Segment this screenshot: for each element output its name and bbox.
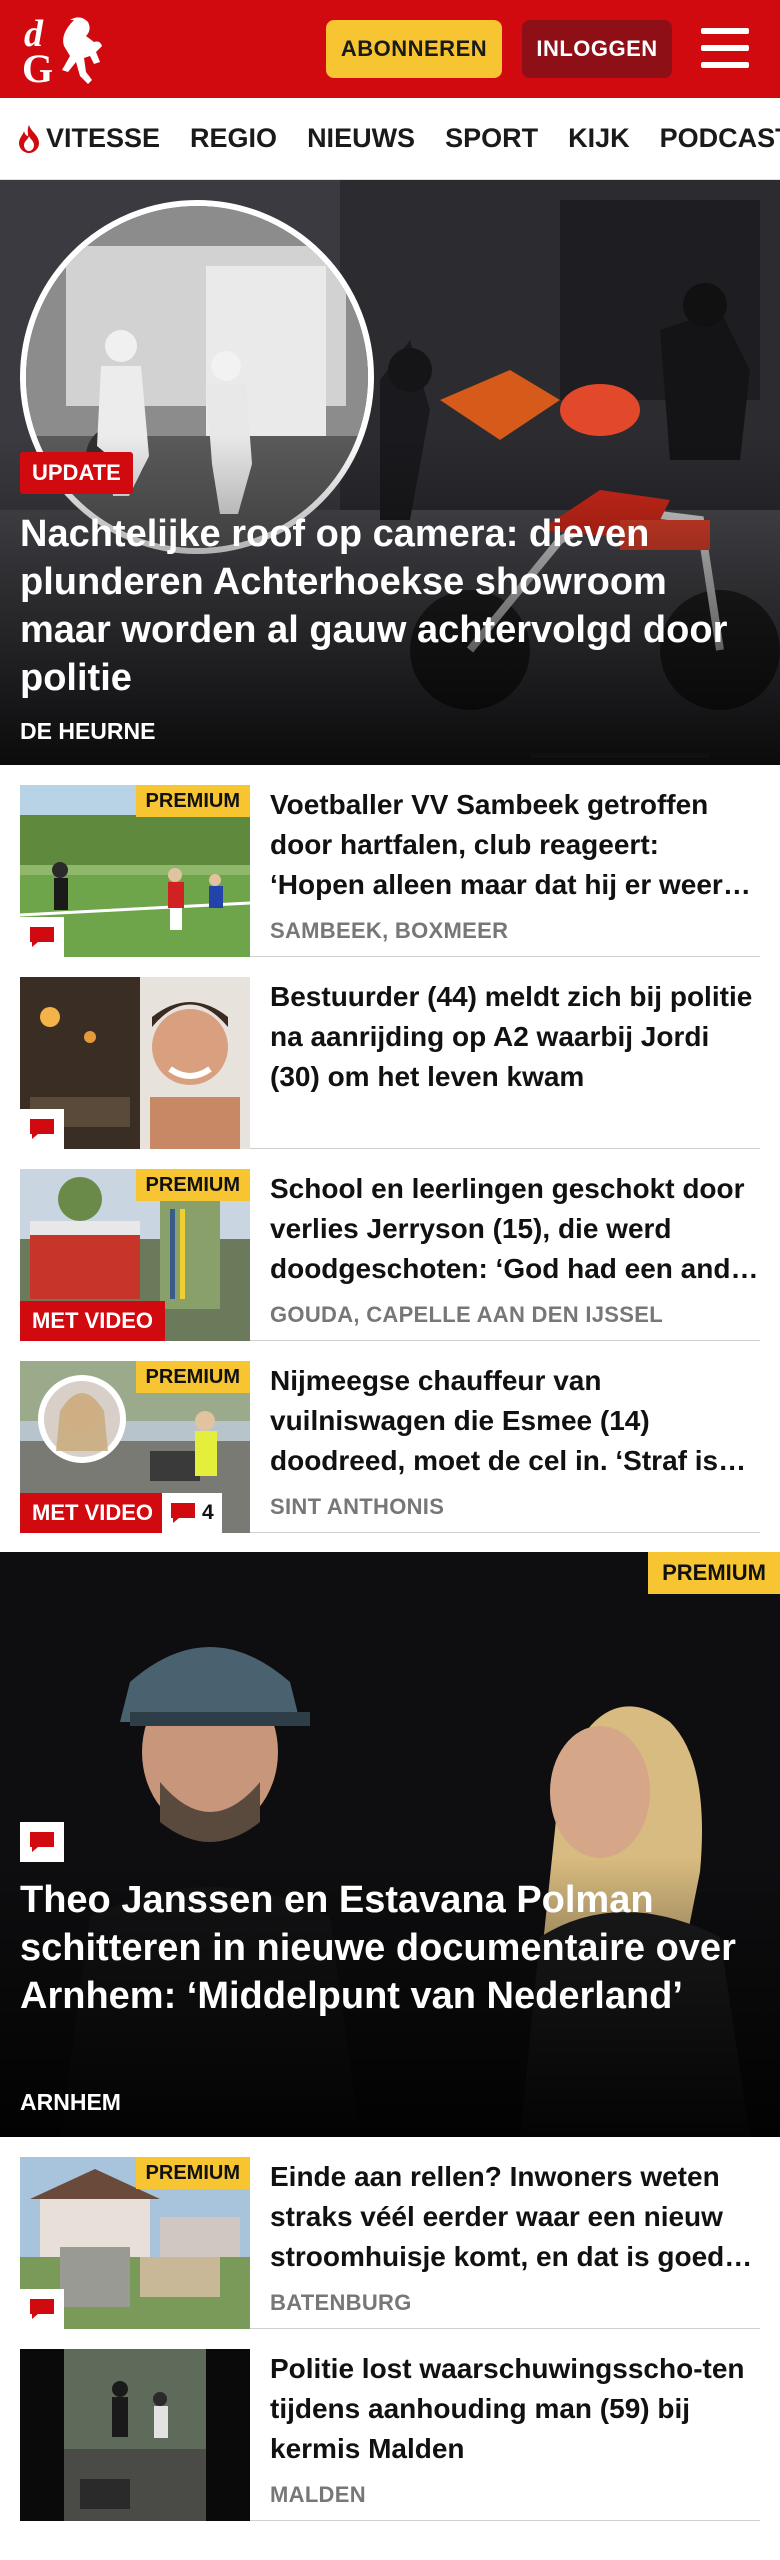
article-card[interactable]: Bestuurder (44) meldt zich bij politie n…: [20, 957, 760, 1149]
article-card[interactable]: PREMIUM Einde aan rellen? Inwoners weten…: [20, 2137, 760, 2329]
article-thumbnail: PREMIUM: [20, 785, 250, 957]
comment-count-value: 4: [202, 1501, 214, 1524]
login-button[interactable]: INLOGGEN: [522, 20, 672, 78]
nav-item-regio[interactable]: REGIO: [190, 123, 277, 154]
nav-item-kijk[interactable]: KIJK: [568, 123, 630, 154]
article-title[interactable]: Einde aan rellen? Inwoners weten straks …: [270, 2157, 760, 2277]
nav-item-vitesse[interactable]: VITESSE: [16, 123, 160, 154]
article-thumbnail: [20, 977, 250, 1149]
comment-icon[interactable]: [20, 1822, 64, 1862]
article-location: SAMBEEK, BOXMEER: [270, 918, 509, 943]
flame-icon: [19, 124, 39, 153]
article-location: BATENBURG: [270, 2290, 412, 2315]
nav-item-podcast[interactable]: PODCAST: [660, 123, 780, 154]
article-location: SINT ANTHONIS: [270, 1494, 445, 1519]
nav-label: VITESSE: [46, 123, 161, 153]
article-card[interactable]: Politie lost waarschuwingsscho-ten tijde…: [20, 2329, 760, 2521]
hero-title[interactable]: Nachtelijke roof op camera: dieven plund…: [20, 510, 740, 702]
article-thumbnail: PREMIUM MET VIDEO 4: [20, 1361, 250, 1533]
svg-text:G: G: [22, 46, 53, 88]
article-title[interactable]: Voetballer VV Sambeek getroffen door har…: [270, 785, 760, 905]
hero-article[interactable]: UPDATE Nachtelijke roof op camera: dieve…: [0, 180, 780, 765]
nav-item-nieuws[interactable]: NIEUWS: [307, 123, 415, 154]
comment-icon[interactable]: [20, 1109, 64, 1149]
premium-badge: PREMIUM: [135, 2157, 250, 2189]
comment-icon: [171, 1503, 195, 1523]
feature-article[interactable]: PREMIUM Theo Janssen en Estavana Polman …: [0, 1552, 780, 2137]
article-title[interactable]: Bestuurder (44) meldt zich bij politie n…: [270, 977, 760, 1097]
article-title[interactable]: Politie lost waarschuwingsscho-ten tijde…: [270, 2349, 760, 2469]
site-header: d G ABONNEREN INLOGGEN: [0, 0, 780, 98]
main-nav: VITESSE REGIO NIEUWS SPORT KIJK PODCAST: [0, 98, 780, 180]
comment-icon[interactable]: [20, 2289, 64, 2329]
article-card[interactable]: PREMIUM MET VIDEO School en leerlingen g…: [20, 1149, 760, 1341]
article-title[interactable]: School en leerlingen geschokt door verli…: [270, 1169, 760, 1289]
hero-location: DE HEURNE: [20, 718, 156, 744]
comment-count[interactable]: 4: [162, 1493, 222, 1533]
site-logo[interactable]: d G: [20, 12, 115, 91]
video-badge: MET VIDEO: [20, 1493, 166, 1533]
feature-title[interactable]: Theo Janssen en Estavana Polman schitter…: [20, 1876, 740, 2020]
article-thumbnail: [20, 2349, 250, 2521]
article-card[interactable]: PREMIUM Voetballer VV Sambeek getroffen …: [20, 765, 760, 957]
article-card[interactable]: PREMIUM MET VIDEO 4 Nijmeegse chauffeur …: [20, 1341, 760, 1533]
article-location: MALDEN: [270, 2482, 366, 2507]
hamburger-menu-icon[interactable]: [696, 22, 754, 74]
update-tag: UPDATE: [20, 452, 133, 494]
premium-badge: PREMIUM: [135, 785, 250, 817]
premium-badge: PREMIUM: [135, 1169, 250, 1201]
nav-item-sport[interactable]: SPORT: [445, 123, 538, 154]
premium-badge: PREMIUM: [648, 1552, 780, 1594]
comment-icon[interactable]: [20, 917, 64, 957]
premium-badge: PREMIUM: [135, 1361, 250, 1393]
article-location: GOUDA, CAPELLE AAN DEN IJSSEL: [270, 1302, 663, 1327]
article-thumbnail: PREMIUM MET VIDEO: [20, 1169, 250, 1341]
article-thumbnail: PREMIUM: [20, 2157, 250, 2329]
carousel-indicator: [530, 753, 710, 758]
article-title[interactable]: Nijmeegse chauffeur van vuilniswagen die…: [270, 1361, 760, 1481]
video-badge: MET VIDEO: [20, 1301, 166, 1341]
feature-location: ARNHEM: [20, 2089, 121, 2115]
subscribe-button[interactable]: ABONNEREN: [326, 20, 502, 78]
